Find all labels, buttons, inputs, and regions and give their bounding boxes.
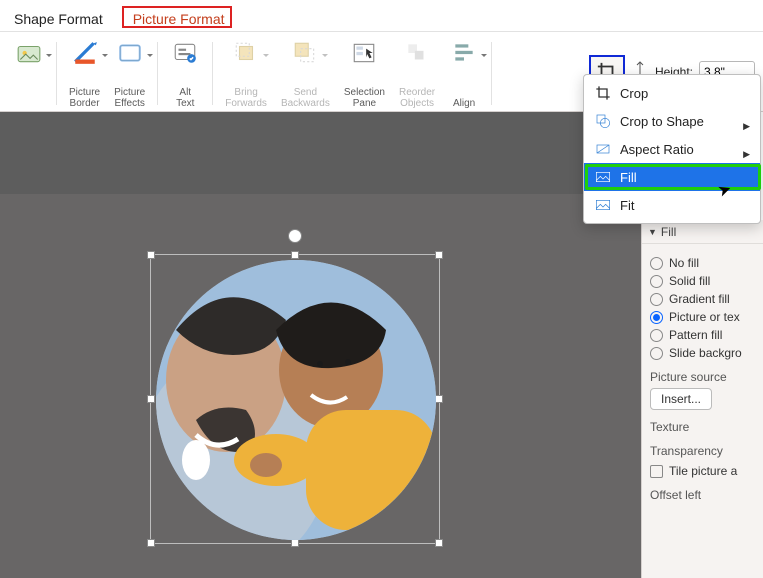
send-backwards-button: Send Backwards bbox=[275, 36, 336, 111]
menu-aspect-ratio[interactable]: Aspect Ratio bbox=[584, 135, 760, 163]
radio-no-fill[interactable]: No fill bbox=[650, 256, 755, 270]
menu-crop-to-shape[interactable]: Crop to Shape bbox=[584, 107, 760, 135]
crop-dropdown: Crop Crop to Shape Aspect Ratio Fill Fit bbox=[583, 74, 761, 224]
label: Send Backwards bbox=[281, 87, 330, 109]
label: Crop bbox=[620, 86, 648, 101]
label: Fit bbox=[620, 198, 634, 213]
radio-gradient-fill[interactable]: Gradient fill bbox=[650, 292, 755, 306]
fill-icon bbox=[594, 169, 612, 185]
selected-shape[interactable] bbox=[150, 254, 440, 544]
format-pane: ▼ Fill No fill Solid fill Gradient fill … bbox=[641, 220, 763, 578]
canvas[interactable] bbox=[0, 112, 641, 578]
bring-forwards-button: Bring Forwards bbox=[219, 36, 273, 111]
label: Bring Forwards bbox=[225, 87, 267, 109]
resize-handle[interactable] bbox=[291, 539, 299, 547]
label: Solid fill bbox=[669, 274, 710, 288]
label: Picture or tex bbox=[669, 310, 740, 324]
resize-handle[interactable] bbox=[147, 539, 155, 547]
label: Slide backgro bbox=[669, 346, 742, 360]
picture-source-label: Picture source bbox=[650, 370, 755, 384]
resize-handle[interactable] bbox=[147, 395, 155, 403]
label: Aspect Ratio bbox=[620, 142, 694, 157]
resize-handle[interactable] bbox=[435, 539, 443, 547]
picture-border-button[interactable]: Picture Border bbox=[63, 36, 106, 111]
tab-shape-format[interactable]: Shape Format bbox=[10, 5, 107, 31]
tile-checkbox[interactable]: Tile picture a bbox=[650, 464, 755, 478]
remove-background-button[interactable] bbox=[8, 36, 50, 111]
rotate-handle[interactable] bbox=[288, 229, 302, 243]
tab-picture-format[interactable]: Picture Format bbox=[129, 5, 229, 31]
reorder-objects-button: Reorder Objects bbox=[393, 36, 441, 111]
crop-icon bbox=[594, 85, 612, 101]
menu-crop[interactable]: Crop bbox=[584, 79, 760, 107]
label: Pattern fill bbox=[669, 328, 722, 342]
label: Picture Effects bbox=[114, 87, 145, 109]
resize-handle[interactable] bbox=[435, 251, 443, 259]
picture-placeholder bbox=[156, 260, 436, 540]
label: No fill bbox=[669, 256, 699, 270]
label: Crop to Shape bbox=[620, 114, 704, 129]
label: Picture Border bbox=[69, 87, 100, 109]
offset-left-label: Offset left bbox=[650, 488, 755, 502]
texture-label: Texture bbox=[650, 420, 755, 434]
chevron-down-icon: ▼ bbox=[648, 227, 657, 237]
insert-button[interactable]: Insert... bbox=[650, 388, 712, 410]
label: Fill bbox=[661, 225, 676, 239]
alt-text-button[interactable]: Alt Text bbox=[164, 36, 206, 111]
slide[interactable] bbox=[0, 194, 641, 578]
radio-slide-background[interactable]: Slide backgro bbox=[650, 346, 755, 360]
label: Align bbox=[453, 98, 475, 109]
resize-handle[interactable] bbox=[147, 251, 155, 259]
radio-pattern-fill[interactable]: Pattern fill bbox=[650, 328, 755, 342]
selection-pane-button[interactable]: Selection Pane bbox=[338, 36, 391, 111]
label: Tile picture a bbox=[669, 464, 737, 478]
label: Alt Text bbox=[176, 87, 194, 109]
picture-effects-button[interactable]: Picture Effects bbox=[108, 36, 151, 111]
shape-icon bbox=[594, 113, 612, 129]
menu-fill[interactable]: Fill bbox=[584, 163, 760, 191]
align-button[interactable]: Align bbox=[443, 36, 485, 111]
radio-solid-fill[interactable]: Solid fill bbox=[650, 274, 755, 288]
aspect-icon bbox=[594, 141, 612, 157]
transparency-label: Transparency bbox=[650, 444, 755, 458]
resize-handle[interactable] bbox=[435, 395, 443, 403]
radio-picture-fill[interactable]: Picture or tex bbox=[650, 310, 755, 324]
label: Reorder Objects bbox=[399, 87, 435, 109]
label: Selection Pane bbox=[344, 87, 385, 109]
resize-handle[interactable] bbox=[291, 251, 299, 259]
label: Gradient fill bbox=[669, 292, 730, 306]
fit-icon bbox=[594, 197, 612, 213]
label: Fill bbox=[620, 170, 637, 185]
